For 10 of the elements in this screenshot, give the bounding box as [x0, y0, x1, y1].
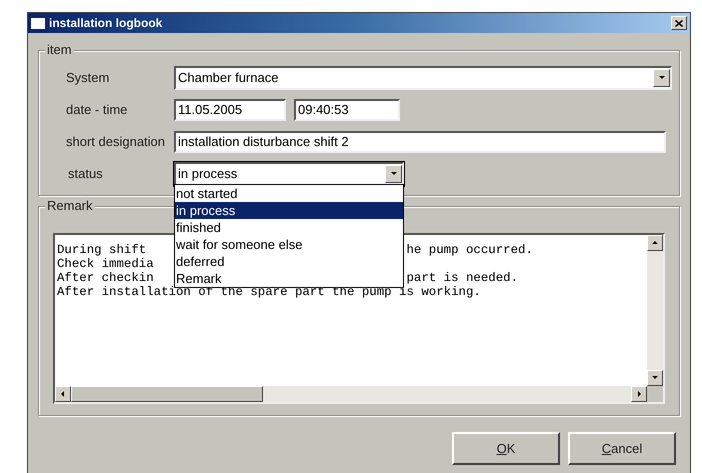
remark-text: During shift: [57, 243, 148, 257]
window-title: installation logbook: [49, 15, 164, 32]
field-label: short designation: [66, 134, 166, 149]
remark-text: After checkin: [57, 271, 154, 285]
remark-text: part is needed.: [406, 271, 518, 285]
field-label: System: [66, 70, 110, 85]
remark-text: he pump occurred.: [406, 243, 533, 257]
field-label: date - time: [66, 102, 128, 117]
field-label: status: [68, 166, 103, 181]
remark-text: Check immedia: [57, 257, 154, 271]
